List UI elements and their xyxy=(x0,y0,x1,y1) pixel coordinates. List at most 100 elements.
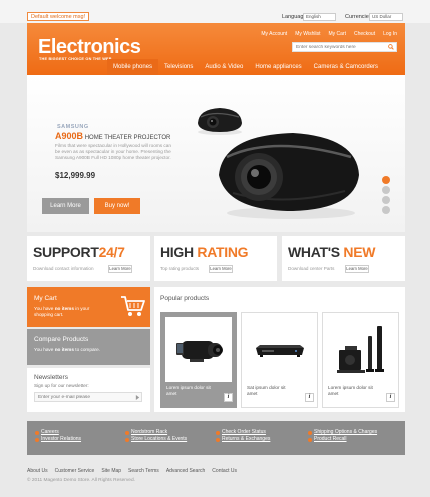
footer-link[interactable]: Investor Relations xyxy=(35,436,81,443)
footer-link[interactable]: Product Recall xyxy=(308,436,377,443)
promo-new-subtitle: Download center Parts xyxy=(288,266,335,271)
bullet-icon xyxy=(35,437,39,442)
footer-link[interactable]: Careers xyxy=(35,429,81,436)
bullet-icon xyxy=(216,430,220,435)
advanced-search-link[interactable]: Advanced Search xyxy=(166,468,205,474)
bullet-icon xyxy=(125,437,129,442)
hero-description: Films that were spectacular in Hollywood… xyxy=(55,143,171,161)
slider-dot-4[interactable] xyxy=(382,206,390,214)
language-select[interactable]: English xyxy=(303,13,336,21)
hero-price: $12,999.99 xyxy=(55,171,96,180)
footer-link[interactable]: Store Locations & Events xyxy=(125,436,187,443)
nav-mobile-phones[interactable]: Mobile phones xyxy=(107,59,159,75)
bullet-icon xyxy=(125,430,129,435)
newsletter-box: Newsletters Sign up for our newsletter: xyxy=(27,368,150,412)
my-cart-title[interactable]: My Cart xyxy=(34,295,57,302)
info-icon[interactable]: i xyxy=(305,393,314,402)
search-icon[interactable] xyxy=(388,44,394,50)
my-cart-box: My Cart You have no items in your shoppi… xyxy=(27,287,150,327)
learn-more-button[interactable]: Learn More xyxy=(42,198,89,214)
newsletter-email-input[interactable] xyxy=(34,392,142,402)
my-cart-text-pre: You have xyxy=(34,306,55,311)
footer-link[interactable]: Shipping Options & Charges xyxy=(308,429,377,436)
currency-select[interactable]: US Dollar xyxy=(369,13,403,21)
product-image[interactable] xyxy=(165,317,232,382)
site-logo[interactable]: Electronics xyxy=(38,36,141,59)
footer-link[interactable]: Check Order Status xyxy=(216,429,270,436)
hero-model: A900B HOME THEATER PROJECTOR xyxy=(55,131,170,141)
nav-home-appliances[interactable]: Home appliances xyxy=(249,59,307,75)
footer-column-1: Careers Investor Relations xyxy=(35,429,81,443)
product-image[interactable] xyxy=(327,317,394,382)
my-cart-text: You have no items in your shopping cart. xyxy=(34,306,104,319)
footer-link[interactable]: Nordstrom Rack xyxy=(125,429,187,436)
footer-column-2: Nordstrom Rack Store Locations & Events xyxy=(125,429,187,443)
promo-support-title: SUPPORT24/7 xyxy=(33,244,125,260)
compare-products-box: Compare Products You have no items to co… xyxy=(27,329,150,365)
about-us-link[interactable]: About Us xyxy=(27,468,48,474)
hero-model-code: A900B xyxy=(55,131,84,141)
checkout-link[interactable]: Checkout xyxy=(354,31,375,37)
search-input[interactable] xyxy=(293,43,385,51)
product-name[interactable]: Sat ipsum dolor sit amet xyxy=(247,385,297,397)
footer-column-3: Check Order Status Returns & Exchanges xyxy=(216,429,270,443)
compare-text-pre: You have xyxy=(34,347,55,352)
promo-rating-learn-more[interactable]: Learn More xyxy=(209,265,233,273)
shopping-cart-icon xyxy=(121,296,145,316)
search-terms-link[interactable]: Search Terms xyxy=(128,468,159,474)
product-image[interactable] xyxy=(246,317,313,382)
home-theater-icon xyxy=(336,325,384,373)
promo-new-title-main: WHAT'S xyxy=(288,244,340,260)
hero-model-desc: HOME THEATER PROJECTOR xyxy=(84,135,171,141)
product-card[interactable]: Lorem ipsum dolor sit amet i xyxy=(160,312,237,408)
compare-title: Compare Products xyxy=(34,336,89,343)
promo-support-learn-more[interactable]: Learn More xyxy=(108,265,132,273)
slider-dot-1[interactable] xyxy=(382,176,390,184)
slider-dot-3[interactable] xyxy=(382,196,390,204)
promo-new-learn-more[interactable]: Learn More xyxy=(345,265,369,273)
footer-link-label: Investor Relations xyxy=(41,436,82,442)
site-map-link[interactable]: Site Map xyxy=(101,468,121,474)
info-icon[interactable]: i xyxy=(386,393,395,402)
product-name[interactable]: Lorem ipsum dolor sit amet xyxy=(328,385,378,397)
footer-link-label: Product Recall xyxy=(314,436,347,442)
footer-link[interactable]: Returns & Exchanges xyxy=(216,436,270,443)
promo-support-subtitle: Download contact information xyxy=(33,266,94,271)
footer-link-label: Store Locations & Events xyxy=(131,436,188,442)
dvd-player-icon xyxy=(255,344,304,357)
customer-service-link[interactable]: Customer Service xyxy=(55,468,95,474)
promo-support-title-accent: 24/7 xyxy=(98,244,125,260)
footer-link-label: Returns & Exchanges xyxy=(222,436,271,442)
info-icon[interactable]: i xyxy=(224,393,233,402)
nav-cameras-camcorders[interactable]: Cameras & Camcorders xyxy=(308,59,384,75)
account-links: My Account My Wishlist My Cart Checkout … xyxy=(261,31,397,37)
promo-rating-title-main: HIGH xyxy=(160,244,194,260)
nav-televisions[interactable]: Televisions xyxy=(158,59,199,75)
footer-link-label: Careers xyxy=(41,429,59,435)
arrow-right-icon[interactable] xyxy=(135,395,140,400)
copyright-text: © 2011 Magento Demo Store. All Rights Re… xyxy=(27,478,135,483)
footer-link-label: Nordstrom Rack xyxy=(131,429,168,435)
product-card[interactable]: Sat ipsum dolor sit amet i xyxy=(241,312,318,408)
hero-banner: SAMSUNG A900B HOME THEATER PROJECTOR Fil… xyxy=(27,75,405,232)
footer-column-4: Shipping Options & Charges Product Recal… xyxy=(308,429,377,443)
slider-dot-2[interactable] xyxy=(382,186,390,194)
camcorder-icon xyxy=(175,340,223,362)
product-name[interactable]: Lorem ipsum dolor sit amet xyxy=(166,385,216,397)
product-card[interactable]: Lorem ipsum dolor sit amet i xyxy=(322,312,399,408)
promo-rating: HIGH RATING Top rating products Learn Mo… xyxy=(154,236,277,281)
newsletter-text: Sign up for our newsletter: xyxy=(34,383,89,388)
popular-products: Popular products Lorem ipsum dolor sit a… xyxy=(154,287,405,412)
footer-links-bar: Careers Investor Relations Nordstrom Rac… xyxy=(27,421,405,455)
my-wishlist-link[interactable]: My Wishlist xyxy=(295,31,320,37)
contact-us-link[interactable]: Contact Us xyxy=(212,468,237,474)
login-link[interactable]: Log In xyxy=(383,31,397,37)
footer-link-label: Shipping Options & Charges xyxy=(314,429,378,435)
my-account-link[interactable]: My Account xyxy=(261,31,287,37)
promo-rating-title-accent: RATING xyxy=(197,244,249,260)
welcome-message: Default welcome msg! xyxy=(27,12,90,21)
nav-audio-video[interactable]: Audio & Video xyxy=(199,59,249,75)
buy-now-button[interactable]: Buy now! xyxy=(94,198,140,214)
my-cart-link[interactable]: My Cart xyxy=(328,31,346,37)
compare-text-post: to compare. xyxy=(73,347,101,352)
